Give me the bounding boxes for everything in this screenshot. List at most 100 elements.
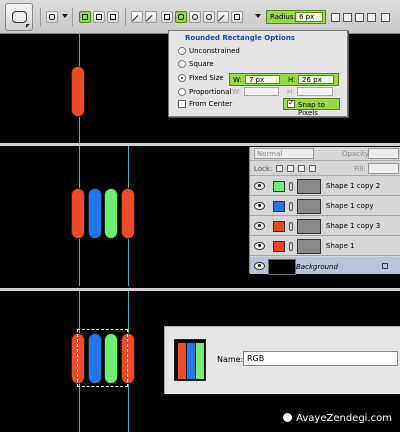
prop-width-input[interactable] bbox=[244, 87, 279, 96]
link-icon bbox=[289, 222, 293, 231]
eye-icon[interactable] bbox=[254, 242, 265, 250]
name-input[interactable]: RGB bbox=[243, 351, 398, 366]
polygon-icon bbox=[206, 14, 212, 20]
red-rounded-rectangle bbox=[71, 66, 85, 117]
radius-field-group: Radius: 6 px bbox=[266, 10, 326, 24]
rounded-rectangle-tool-button[interactable] bbox=[175, 11, 187, 23]
fixed-size-radio[interactable] bbox=[178, 74, 186, 82]
paths-icon bbox=[82, 14, 88, 20]
dropdown-arrow-icon bbox=[26, 24, 30, 28]
pen-tool-button[interactable] bbox=[131, 11, 143, 25]
watermark-text: AvayeZendegi.com bbox=[296, 413, 392, 424]
divider bbox=[72, 8, 73, 26]
rounded-rectangle-options-panel: Rounded Rectangle Options Unconstrained … bbox=[168, 30, 348, 117]
section-divider bbox=[0, 143, 400, 146]
paths-button[interactable] bbox=[79, 11, 91, 23]
snap-to-pixels-label: Snap to Pixels bbox=[298, 101, 325, 117]
layers-blend-row: Normal Opacity: bbox=[250, 147, 400, 161]
lock-transparent-icon[interactable] bbox=[276, 165, 283, 172]
link-icon bbox=[289, 202, 293, 211]
fixed-size-label: Fixed Size bbox=[189, 74, 224, 82]
new-layer-icon[interactable] bbox=[331, 13, 340, 22]
subtract-area-icon[interactable] bbox=[355, 13, 364, 22]
polygon-tool-button[interactable] bbox=[203, 11, 215, 23]
vector-mask-thumbnail bbox=[297, 199, 321, 214]
rectangle-icon bbox=[164, 14, 170, 20]
divider bbox=[40, 8, 41, 26]
from-center-label: From Center bbox=[189, 100, 233, 108]
snap-to-pixels-checkbox[interactable] bbox=[287, 98, 295, 108]
layer-color-swatch bbox=[273, 241, 285, 252]
section-divider bbox=[0, 288, 400, 291]
vector-mask-thumbnail bbox=[297, 179, 321, 194]
panel-title: Rounded Rectangle Options bbox=[185, 34, 295, 42]
layer-name: Background bbox=[296, 263, 338, 271]
snap-to-pixels-group: Snap to Pixels bbox=[283, 98, 340, 117]
height-input[interactable]: 26 px bbox=[298, 75, 334, 84]
opacity-label: Opacity: bbox=[342, 150, 371, 158]
chevron-down-icon[interactable] bbox=[62, 14, 68, 18]
ellipse-tool-button[interactable] bbox=[189, 11, 201, 23]
green-rounded-rectangle bbox=[104, 188, 118, 239]
shape-layers-icon bbox=[49, 14, 55, 20]
shape-layers-button[interactable] bbox=[46, 11, 58, 23]
from-center-checkbox[interactable] bbox=[178, 100, 186, 108]
layer-row[interactable]: Shape 1 bbox=[250, 237, 400, 256]
prop-height-input[interactable] bbox=[297, 87, 333, 96]
exclude-area-icon[interactable] bbox=[381, 13, 390, 22]
fixed-size-fields: W: 7 px H: 26 px bbox=[229, 73, 339, 86]
geometry-options-chevron-icon[interactable] bbox=[255, 14, 261, 18]
layer-row-background[interactable]: Background bbox=[250, 257, 400, 275]
logo-icon bbox=[283, 413, 293, 422]
proportional-label: Proportional bbox=[189, 88, 232, 96]
layer-color-swatch bbox=[273, 181, 285, 192]
lock-all-icon[interactable] bbox=[309, 165, 316, 172]
lock-position-icon[interactable] bbox=[298, 165, 305, 172]
eye-icon[interactable] bbox=[254, 202, 265, 210]
layer-color-swatch bbox=[273, 201, 285, 212]
pen-mode-button[interactable] bbox=[107, 11, 119, 23]
layer-row[interactable]: Shape 1 copy 3 bbox=[250, 217, 400, 236]
eye-icon[interactable] bbox=[254, 262, 265, 270]
proportional-radio[interactable] bbox=[178, 88, 186, 96]
fill-input[interactable] bbox=[368, 163, 399, 174]
square-radio[interactable] bbox=[178, 60, 186, 68]
rectangle-tool-button[interactable] bbox=[161, 11, 173, 23]
eye-icon[interactable] bbox=[254, 182, 265, 190]
width-label: W: bbox=[233, 76, 242, 84]
radius-input[interactable]: 6 px bbox=[295, 12, 323, 22]
selection-marquee[interactable] bbox=[77, 329, 128, 387]
layer-name: Shape 1 bbox=[326, 242, 355, 250]
eye-icon[interactable] bbox=[254, 222, 265, 230]
add-to-area-icon[interactable] bbox=[343, 13, 352, 22]
layer-row[interactable]: Shape 1 copy 2 bbox=[250, 177, 400, 196]
blue-rounded-rectangle bbox=[88, 188, 102, 239]
watermark: AvayeZendegi.com bbox=[283, 413, 392, 424]
square-icon bbox=[110, 14, 116, 20]
layer-name: Shape 1 copy 3 bbox=[326, 222, 381, 230]
blend-mode-select[interactable]: Normal bbox=[254, 148, 314, 159]
opacity-input[interactable] bbox=[368, 148, 399, 159]
radius-label: Radius: bbox=[270, 13, 296, 21]
layer-row[interactable]: Shape 1 copy bbox=[250, 197, 400, 216]
freeform-pen-button[interactable] bbox=[145, 11, 157, 25]
layers-panel: Normal Opacity: Lock: Fill: Shape 1 copy… bbox=[249, 147, 400, 275]
intersect-area-icon[interactable] bbox=[367, 13, 376, 22]
ellipse-icon bbox=[192, 14, 198, 20]
line-tool-button[interactable] bbox=[217, 11, 229, 25]
proportional-fields: W: H: bbox=[229, 87, 339, 98]
link-icon bbox=[289, 182, 293, 191]
background-thumbnail bbox=[268, 259, 296, 275]
prop-height-label: H: bbox=[287, 88, 295, 96]
tool-preset-picker[interactable] bbox=[5, 3, 33, 31]
custom-shape-tool-button[interactable] bbox=[231, 11, 243, 23]
unconstrained-label: Unconstrained bbox=[189, 47, 240, 55]
fill-label: Fill: bbox=[354, 165, 366, 173]
unconstrained-radio[interactable] bbox=[178, 47, 186, 55]
height-label: H: bbox=[288, 76, 296, 84]
lock-image-icon[interactable] bbox=[287, 165, 294, 172]
vector-mask-thumbnail bbox=[297, 219, 321, 234]
width-input[interactable]: 7 px bbox=[245, 75, 280, 84]
divider bbox=[125, 8, 126, 26]
fill-pixels-button[interactable] bbox=[93, 11, 105, 23]
